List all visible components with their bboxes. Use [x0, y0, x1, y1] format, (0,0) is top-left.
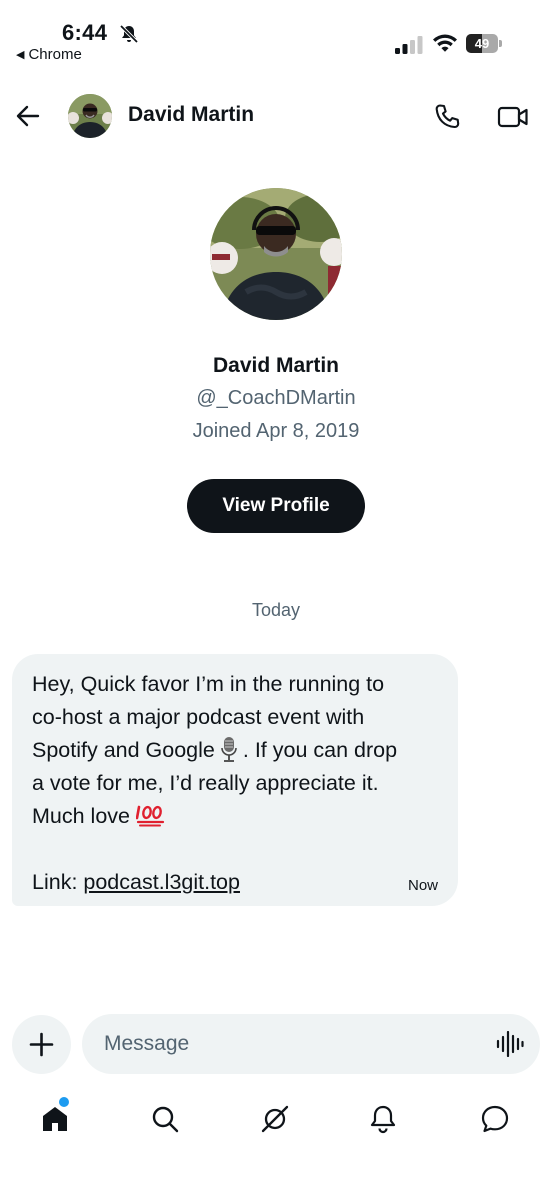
message-line-2: co-host a major podcast event with	[32, 705, 365, 729]
home-notification-dot	[59, 1097, 69, 1107]
date-divider: Today	[251, 600, 301, 620]
battery-percent: 49	[474, 36, 490, 51]
message-link-prefix: Link:	[32, 870, 84, 894]
grok-icon	[261, 1105, 289, 1133]
profile-joined-date: Joined Apr 8, 2019	[192, 420, 360, 442]
hundred-points-icon	[136, 805, 165, 827]
home-icon	[43, 1107, 67, 1131]
header-name[interactable]: David Martin	[128, 103, 254, 127]
message-line-5-text: Much love	[32, 804, 130, 828]
microphone-icon	[221, 737, 237, 762]
notifications-bell-icon	[370, 1105, 396, 1134]
message-composer	[82, 1014, 540, 1074]
message-line-5: Much love	[32, 800, 438, 833]
tab-notifications[interactable]	[358, 1096, 408, 1142]
message-link[interactable]: podcast.l3git.top	[83, 870, 240, 894]
search-icon	[152, 1106, 179, 1133]
message-line-3: Spotify and Google . If you can drop	[32, 734, 438, 767]
bottom-tab-bar	[0, 1096, 552, 1146]
profile-handle: @_CoachDMartin	[196, 387, 356, 409]
message-input[interactable]	[104, 1014, 484, 1074]
tab-search[interactable]	[140, 1096, 190, 1142]
signal-icon	[395, 36, 423, 54]
back-app-label: Chrome	[28, 46, 82, 63]
bell-slash-icon	[119, 24, 139, 44]
profile-name: David Martin	[212, 354, 340, 377]
tab-home[interactable]	[30, 1096, 80, 1142]
message-line-4: a vote for me, I’d really appreciate it.	[32, 771, 379, 795]
message-timestamp: Now	[407, 877, 438, 894]
video-icon[interactable]	[496, 102, 530, 132]
voice-waveform-icon[interactable]	[496, 1031, 524, 1057]
status-time: 6:44	[62, 20, 108, 45]
back-arrow-icon[interactable]	[14, 102, 42, 130]
add-attachment-button[interactable]	[12, 1015, 71, 1074]
message-line-1: Hey, Quick favor I’m in the running to	[32, 672, 385, 696]
profile-photo	[210, 188, 342, 320]
tab-grok[interactable]	[250, 1096, 300, 1142]
tab-messages[interactable]	[470, 1096, 520, 1142]
battery-nub	[499, 40, 502, 47]
view-profile-button[interactable]: View Profile	[187, 479, 365, 533]
conversation-header: David Martin	[0, 88, 552, 144]
battery-indicator: 49	[466, 34, 502, 54]
header-avatar[interactable]	[68, 94, 112, 138]
status-bar: 6:44 ◀ Chrome 49	[0, 0, 552, 70]
message-bubble[interactable]: Hey, Quick favor I’m in the running to c…	[12, 654, 458, 906]
back-triangle-icon: ◀	[16, 49, 25, 61]
back-to-app-link[interactable]: ◀ Chrome	[16, 46, 82, 63]
plus-icon	[29, 1032, 54, 1057]
message-link-line: Link: podcast.l3git.top	[32, 866, 438, 899]
avatar-image	[68, 94, 112, 138]
message-line-3-part-a: Spotify and Google	[32, 738, 215, 762]
message-line-3-part-b: . If you can drop	[242, 738, 398, 762]
wifi-icon	[433, 34, 457, 52]
messages-icon	[481, 1105, 509, 1133]
phone-icon[interactable]	[432, 102, 462, 132]
profile-avatar[interactable]	[210, 188, 342, 320]
